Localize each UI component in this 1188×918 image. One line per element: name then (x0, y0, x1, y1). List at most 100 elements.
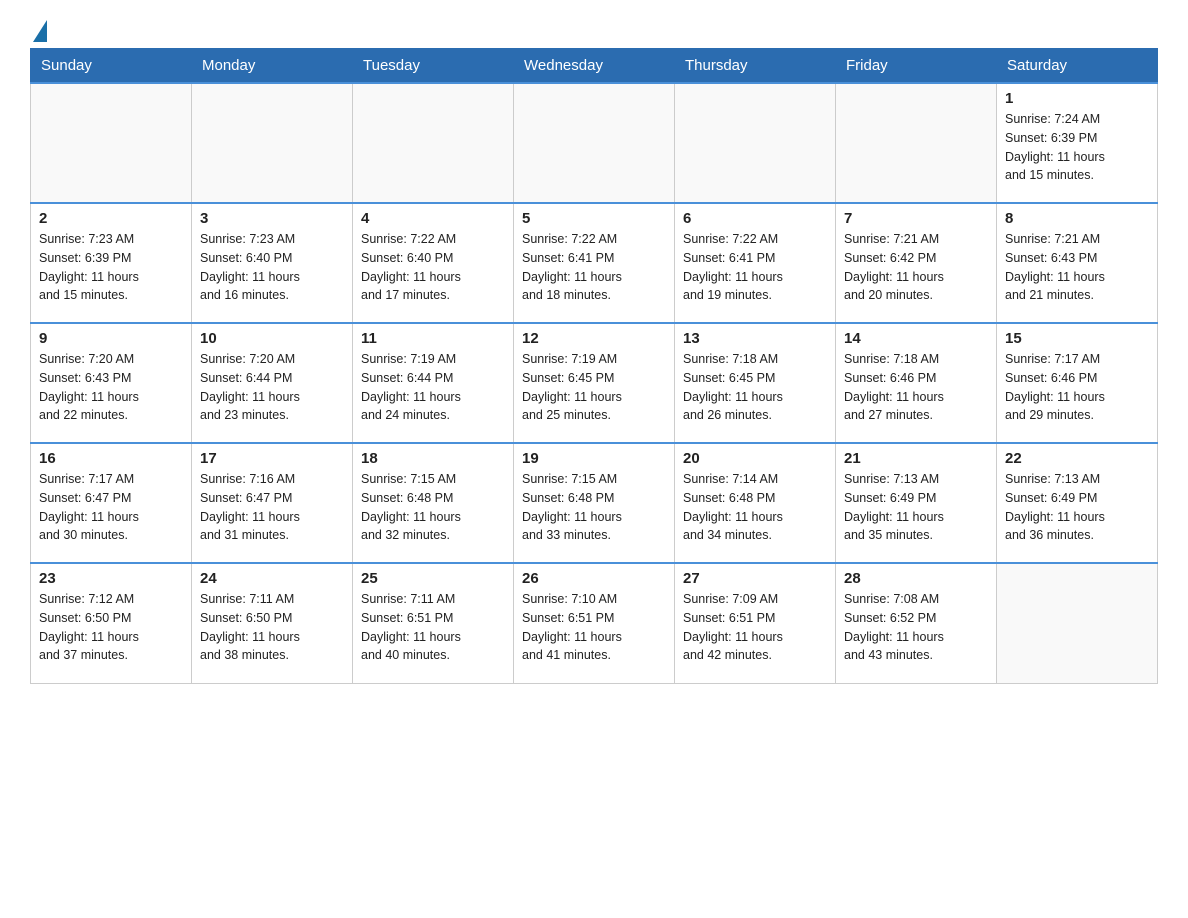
calendar-cell (192, 83, 353, 203)
calendar-cell: 26 Sunrise: 7:10 AM Sunset: 6:51 PM Dayli… (514, 563, 675, 683)
calendar-cell: 22 Sunrise: 7:13 AM Sunset: 6:49 PM Dayli… (997, 443, 1158, 563)
day-number: 11 (361, 330, 505, 347)
calendar-cell: 14 Sunrise: 7:18 AM Sunset: 6:46 PM Dayli… (836, 323, 997, 443)
calendar-cell: 1Sunrise: 7:24 AM Sunset: 6:39 PM Daylig… (997, 83, 1158, 203)
week-row-4: 16 Sunrise: 7:17 AM Sunset: 6:47 PM Dayli… (31, 443, 1158, 563)
day-info: Sunrise: 7:17 AM Sunset: 6:46 PM Dayligh… (1005, 350, 1149, 425)
day-info: Sunrise: 7:11 AM Sunset: 6:50 PM Dayligh… (200, 590, 344, 665)
calendar-cell: 10 Sunrise: 7:20 AM Sunset: 6:44 PM Dayli… (192, 323, 353, 443)
day-number: 12 (522, 330, 666, 347)
day-info: Sunrise: 7:20 AM Sunset: 6:43 PM Dayligh… (39, 350, 183, 425)
calendar-cell: 3 Sunrise: 7:23 AM Sunset: 6:40 PM Daylig… (192, 203, 353, 323)
day-info: Sunrise: 7:13 AM Sunset: 6:49 PM Dayligh… (844, 470, 988, 545)
day-number: 26 (522, 570, 666, 587)
day-number: 3 (200, 210, 344, 227)
day-info: Sunrise: 7:16 AM Sunset: 6:47 PM Dayligh… (200, 470, 344, 545)
calendar-cell: 27 Sunrise: 7:09 AM Sunset: 6:51 PM Dayli… (675, 563, 836, 683)
day-number: 14 (844, 330, 988, 347)
day-info: Sunrise: 7:13 AM Sunset: 6:49 PM Dayligh… (1005, 470, 1149, 545)
weekday-header-row: SundayMondayTuesdayWednesdayThursdayFrid… (31, 49, 1158, 84)
day-number: 4 (361, 210, 505, 227)
day-number: 16 (39, 450, 183, 467)
day-number: 2 (39, 210, 183, 227)
day-number: 10 (200, 330, 344, 347)
week-row-2: 2 Sunrise: 7:23 AM Sunset: 6:39 PM Daylig… (31, 203, 1158, 323)
week-row-1: 1Sunrise: 7:24 AM Sunset: 6:39 PM Daylig… (31, 83, 1158, 203)
weekday-header-monday: Monday (192, 49, 353, 84)
calendar-cell (836, 83, 997, 203)
day-info: Sunrise: 7:19 AM Sunset: 6:45 PM Dayligh… (522, 350, 666, 425)
calendar-cell: 18Sunrise: 7:15 AM Sunset: 6:48 PM Dayli… (353, 443, 514, 563)
day-number: 21 (844, 450, 988, 467)
calendar-cell (31, 83, 192, 203)
calendar-cell: 11 Sunrise: 7:19 AM Sunset: 6:44 PM Dayli… (353, 323, 514, 443)
calendar-cell (675, 83, 836, 203)
calendar-cell: 16 Sunrise: 7:17 AM Sunset: 6:47 PM Dayli… (31, 443, 192, 563)
day-info: Sunrise: 7:22 AM Sunset: 6:41 PM Dayligh… (522, 230, 666, 305)
day-number: 27 (683, 570, 827, 587)
day-info: Sunrise: 7:17 AM Sunset: 6:47 PM Dayligh… (39, 470, 183, 545)
day-number: 20 (683, 450, 827, 467)
weekday-header-friday: Friday (836, 49, 997, 84)
calendar-cell: 25Sunrise: 7:11 AM Sunset: 6:51 PM Dayli… (353, 563, 514, 683)
day-number: 7 (844, 210, 988, 227)
calendar-cell: 19Sunrise: 7:15 AM Sunset: 6:48 PM Dayli… (514, 443, 675, 563)
day-info: Sunrise: 7:15 AM Sunset: 6:48 PM Dayligh… (522, 470, 666, 545)
calendar-cell: 28 Sunrise: 7:08 AM Sunset: 6:52 PM Dayli… (836, 563, 997, 683)
calendar-cell: 8 Sunrise: 7:21 AM Sunset: 6:43 PM Daylig… (997, 203, 1158, 323)
day-info: Sunrise: 7:21 AM Sunset: 6:42 PM Dayligh… (844, 230, 988, 305)
day-info: Sunrise: 7:14 AM Sunset: 6:48 PM Dayligh… (683, 470, 827, 545)
weekday-header-tuesday: Tuesday (353, 49, 514, 84)
day-number: 6 (683, 210, 827, 227)
calendar-cell: 5 Sunrise: 7:22 AM Sunset: 6:41 PM Daylig… (514, 203, 675, 323)
calendar-cell: 2 Sunrise: 7:23 AM Sunset: 6:39 PM Daylig… (31, 203, 192, 323)
day-number: 18 (361, 450, 505, 467)
weekday-header-thursday: Thursday (675, 49, 836, 84)
day-number: 13 (683, 330, 827, 347)
day-info: Sunrise: 7:22 AM Sunset: 6:41 PM Dayligh… (683, 230, 827, 305)
day-number: 9 (39, 330, 183, 347)
day-info: Sunrise: 7:19 AM Sunset: 6:44 PM Dayligh… (361, 350, 505, 425)
calendar-table: SundayMondayTuesdayWednesdayThursdayFrid… (30, 48, 1158, 684)
day-info: Sunrise: 7:21 AM Sunset: 6:43 PM Dayligh… (1005, 230, 1149, 305)
weekday-header-saturday: Saturday (997, 49, 1158, 84)
day-info: Sunrise: 7:10 AM Sunset: 6:51 PM Dayligh… (522, 590, 666, 665)
calendar-cell: 23 Sunrise: 7:12 AM Sunset: 6:50 PM Dayli… (31, 563, 192, 683)
day-info: Sunrise: 7:12 AM Sunset: 6:50 PM Dayligh… (39, 590, 183, 665)
page-header (30, 20, 1158, 38)
day-number: 24 (200, 570, 344, 587)
week-row-5: 23 Sunrise: 7:12 AM Sunset: 6:50 PM Dayli… (31, 563, 1158, 683)
calendar-cell (997, 563, 1158, 683)
calendar-cell (514, 83, 675, 203)
calendar-cell: 15 Sunrise: 7:17 AM Sunset: 6:46 PM Dayli… (997, 323, 1158, 443)
day-info: Sunrise: 7:20 AM Sunset: 6:44 PM Dayligh… (200, 350, 344, 425)
day-number: 28 (844, 570, 988, 587)
calendar-cell: 17 Sunrise: 7:16 AM Sunset: 6:47 PM Dayli… (192, 443, 353, 563)
day-info: Sunrise: 7:09 AM Sunset: 6:51 PM Dayligh… (683, 590, 827, 665)
day-number: 23 (39, 570, 183, 587)
weekday-header-wednesday: Wednesday (514, 49, 675, 84)
day-number: 22 (1005, 450, 1149, 467)
day-number: 17 (200, 450, 344, 467)
calendar-cell: 4Sunrise: 7:22 AM Sunset: 6:40 PM Daylig… (353, 203, 514, 323)
day-number: 15 (1005, 330, 1149, 347)
day-number: 5 (522, 210, 666, 227)
calendar-cell: 13 Sunrise: 7:18 AM Sunset: 6:45 PM Dayli… (675, 323, 836, 443)
calendar-header: SundayMondayTuesdayWednesdayThursdayFrid… (31, 49, 1158, 84)
day-info: Sunrise: 7:08 AM Sunset: 6:52 PM Dayligh… (844, 590, 988, 665)
logo-triangle-icon (33, 20, 47, 42)
day-info: Sunrise: 7:23 AM Sunset: 6:39 PM Dayligh… (39, 230, 183, 305)
calendar-cell (353, 83, 514, 203)
calendar-cell: 12 Sunrise: 7:19 AM Sunset: 6:45 PM Dayli… (514, 323, 675, 443)
day-number: 8 (1005, 210, 1149, 227)
calendar-cell: 20 Sunrise: 7:14 AM Sunset: 6:48 PM Dayli… (675, 443, 836, 563)
day-info: Sunrise: 7:23 AM Sunset: 6:40 PM Dayligh… (200, 230, 344, 305)
day-info: Sunrise: 7:18 AM Sunset: 6:46 PM Dayligh… (844, 350, 988, 425)
day-info: Sunrise: 7:11 AM Sunset: 6:51 PM Dayligh… (361, 590, 505, 665)
day-info: Sunrise: 7:18 AM Sunset: 6:45 PM Dayligh… (683, 350, 827, 425)
day-number: 1 (1005, 90, 1149, 107)
weekday-header-sunday: Sunday (31, 49, 192, 84)
calendar-cell: 9 Sunrise: 7:20 AM Sunset: 6:43 PM Daylig… (31, 323, 192, 443)
week-row-3: 9 Sunrise: 7:20 AM Sunset: 6:43 PM Daylig… (31, 323, 1158, 443)
calendar-cell: 24 Sunrise: 7:11 AM Sunset: 6:50 PM Dayli… (192, 563, 353, 683)
